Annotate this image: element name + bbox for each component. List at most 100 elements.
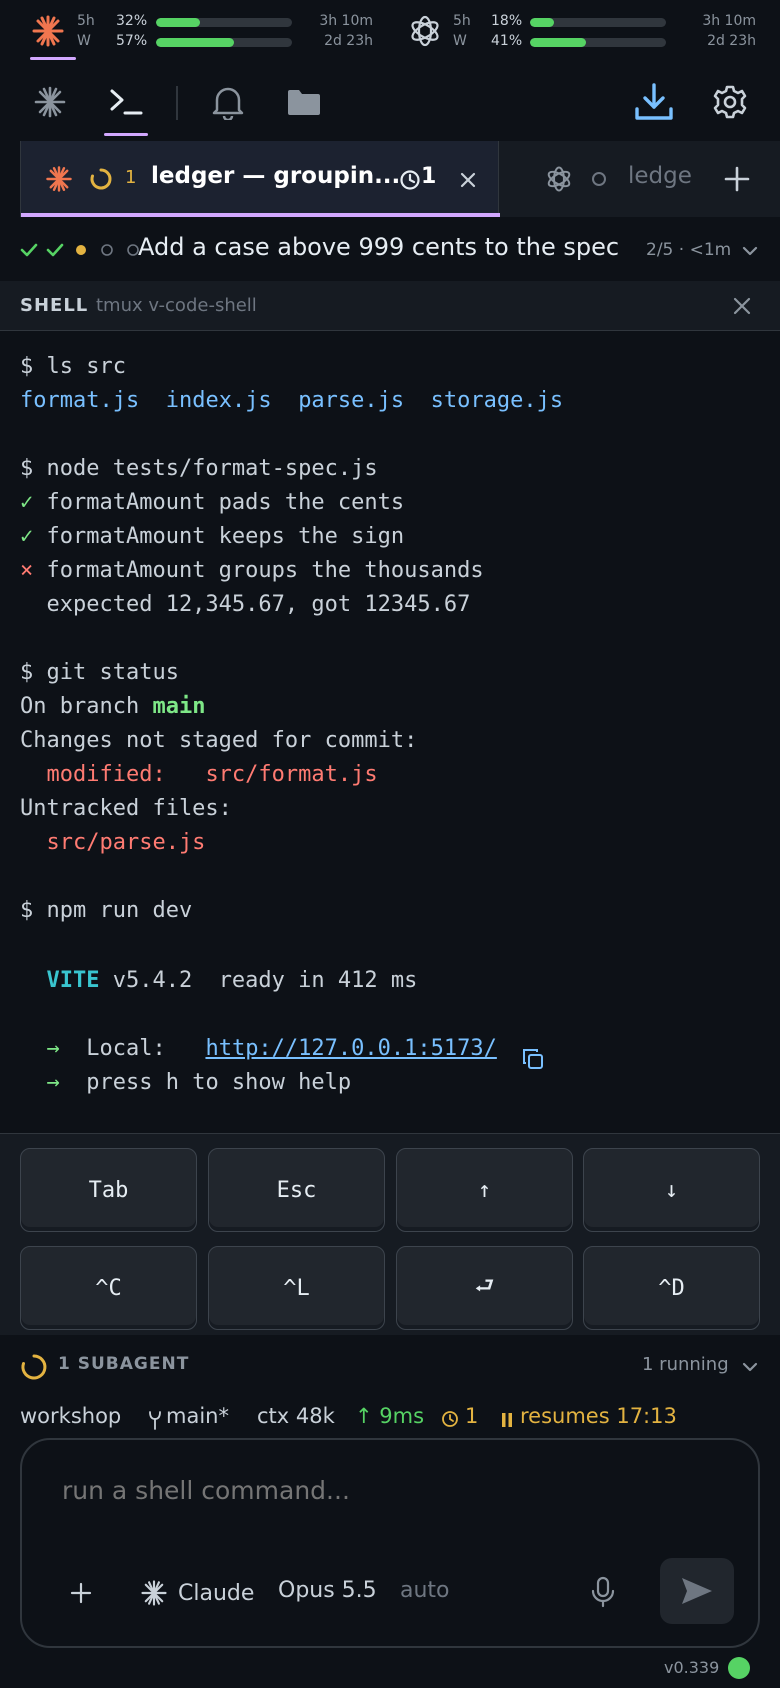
app-version: v0.339 <box>664 1658 720 1677</box>
claude-active-underline <box>30 57 76 60</box>
spinner-icon <box>21 1354 47 1380</box>
term-untracked-header: Untracked files: <box>20 796 232 821</box>
local-label: Local: <box>59 1036 206 1061</box>
agent-selector[interactable]: Claude <box>140 1575 254 1611</box>
term-modified-line: modified: src/format.js <box>20 760 377 790</box>
mode-selector[interactable]: auto <box>400 1578 450 1603</box>
openai-w-pct: 41% <box>491 33 523 49</box>
send-icon <box>682 1578 712 1604</box>
notifications-button[interactable] <box>202 76 254 128</box>
tab-count: 1 <box>125 167 137 188</box>
tab-title-secondary: ledge <box>628 163 692 189</box>
file-storage: storage.js <box>430 388 564 413</box>
terminal-keypad: Tab Esc ↑ ↓ ^C ^L ⮐ ^D <box>0 1133 780 1335</box>
copy-icon[interactable] <box>521 1047 545 1071</box>
openai-5h-pct: 18% <box>491 13 523 29</box>
status-bar: workshop main* ctx 48k ↑ 9ms 1 resumes 1… <box>0 1396 780 1438</box>
branch-prefix: On branch <box>20 694 153 719</box>
openai-w-label: W <box>453 33 467 49</box>
test-text: formatAmount keeps the sign <box>46 524 405 549</box>
pause-icon <box>502 1413 512 1427</box>
tab-ledger-active[interactable]: 1 ledger — groupin... 1 <box>20 141 500 217</box>
term-test-2: ✓ formatAmount keeps the sign <box>20 522 404 552</box>
help-text: press h to show help <box>59 1070 352 1095</box>
key-arrow-up[interactable]: ↑ <box>396 1148 573 1232</box>
term-changes-header: Changes not staged for commit: <box>20 728 418 753</box>
claude-agents-button[interactable] <box>24 76 76 128</box>
task-title: Add a case above 999 cents to the spec <box>138 233 620 261</box>
plus-icon <box>724 166 749 192</box>
term-vite-line: VITE v5.4.2 ready in 412 ms <box>20 966 417 996</box>
claude-usage[interactable]: 5h W 32% 57% 3h 10m 2d 23h <box>0 12 390 60</box>
composer: Claude Opus 5.5 auto <box>20 1438 760 1648</box>
claude-5h-label: 5h <box>77 13 95 29</box>
claude-5h-pct: 32% <box>116 13 148 29</box>
key-arrow-down[interactable]: ↓ <box>583 1148 760 1232</box>
git-branch: main* <box>166 1404 229 1428</box>
tab-ledger-secondary[interactable]: ledge <box>500 141 693 217</box>
send-button[interactable] <box>660 1558 734 1624</box>
openai-w-fill <box>530 38 586 47</box>
test-fail-mark: × <box>20 558 34 583</box>
key-ctrl-c[interactable]: ^C <box>20 1246 197 1330</box>
openai-5h-reset: 3h 10m <box>702 13 756 29</box>
folder-icon <box>288 90 320 115</box>
context-size: ctx 48k <box>257 1404 335 1428</box>
claude-w-fill <box>156 38 234 47</box>
vite-ready: v5.4.2 ready in 412 ms <box>99 968 418 993</box>
task-progress[interactable]: Add a case above 999 cents to the spec 2… <box>0 218 780 280</box>
term-cmd-npm: $ npm run dev <box>20 898 193 923</box>
file-format: format.js <box>20 388 140 413</box>
arrow-icon: → <box>20 1036 60 1061</box>
tab-title: ledger — groupin... <box>151 163 401 189</box>
term-help-line: → press h to show help <box>20 1068 351 1098</box>
download-button[interactable] <box>628 76 680 128</box>
timer-icon <box>400 170 420 190</box>
microphone-icon[interactable] <box>590 1576 616 1608</box>
subagent-running: 1 running <box>642 1354 729 1375</box>
terminal-output[interactable]: $ ls src format.js index.js parse.js sto… <box>0 332 780 1132</box>
close-icon[interactable] <box>459 171 477 189</box>
openai-5h-track <box>530 18 666 27</box>
resumes-time: resumes 17:13 <box>520 1404 677 1428</box>
key-tab[interactable]: Tab <box>20 1148 197 1232</box>
task-meta: 2/5 · <1m <box>646 240 732 260</box>
openai-usage[interactable]: 5h W 18% 41% 3h 10m 2d 23h <box>390 12 780 52</box>
step-pending-circle-icon <box>101 244 113 256</box>
tab-timer-count: 1 <box>421 164 437 189</box>
shell-title: SHELL <box>20 295 89 316</box>
term-cmd-git: $ git status <box>20 660 179 685</box>
claude-w-track <box>156 38 292 47</box>
claude-burst-icon <box>34 86 66 118</box>
key-enter[interactable]: ⮐ <box>396 1246 573 1330</box>
plus-icon[interactable] <box>70 1582 92 1604</box>
close-icon[interactable] <box>732 296 752 316</box>
shell-command-input[interactable] <box>62 1470 702 1510</box>
claude-5h-track <box>156 18 292 27</box>
term-test-3: × formatAmount groups the thousands <box>20 556 484 586</box>
key-esc[interactable]: Esc <box>208 1148 385 1232</box>
openai-w-reset: 2d 23h <box>707 33 756 49</box>
toolbar-divider <box>176 86 178 120</box>
claude-w-reset: 2d 23h <box>324 33 373 49</box>
progress-steps <box>20 238 142 262</box>
bell-icon <box>212 87 244 120</box>
circle-icon <box>592 172 606 186</box>
subagent-panel[interactable]: 1 SUBAGENT 1 running <box>0 1336 780 1396</box>
claude-burst-icon <box>32 15 64 47</box>
timer-count: 1 <box>465 1404 479 1428</box>
shell-subtitle: tmux v-code-shell <box>96 295 257 316</box>
local-url-link[interactable]: http://127.0.0.1:5173/ <box>205 1036 496 1061</box>
key-ctrl-d[interactable]: ^D <box>583 1246 760 1330</box>
model-selector[interactable]: Opus 5.5 <box>278 1578 377 1603</box>
new-tab-button[interactable] <box>693 141 780 217</box>
terminal-button[interactable] <box>100 76 152 128</box>
test-text: formatAmount groups the thousands <box>46 558 484 583</box>
step-done-check-icon <box>20 243 38 257</box>
term-cmd-ls: $ ls src <box>20 354 126 379</box>
openai-5h-label: 5h <box>453 13 471 29</box>
settings-button[interactable] <box>704 76 756 128</box>
test-pass-mark: ✓ <box>20 490 34 515</box>
key-ctrl-l[interactable]: ^L <box>208 1246 385 1330</box>
files-button[interactable] <box>278 76 330 128</box>
